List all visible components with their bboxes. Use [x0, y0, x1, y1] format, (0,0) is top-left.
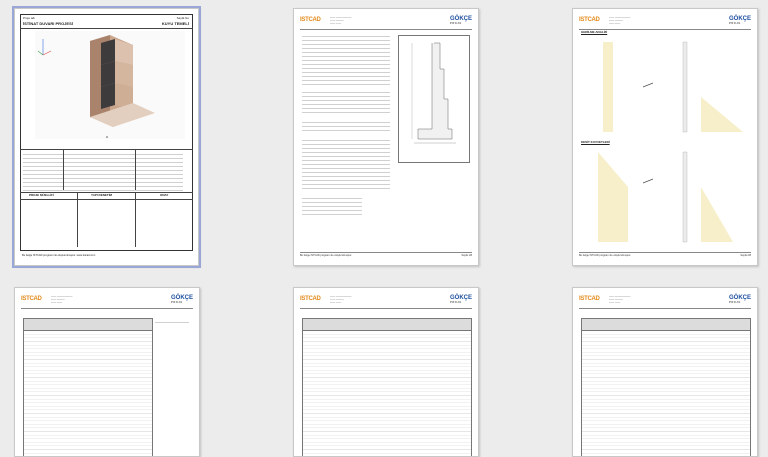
signature-label-author: PROJE MÜELLİFİ: [29, 193, 54, 197]
page-header: ISTCAD —— —————— —— ——— —— —— GÖKÇE PROJE: [300, 15, 472, 30]
header-info: —— —————— —— ——— —— ——: [51, 295, 73, 304]
istcad-logo: ISTCAD: [579, 17, 600, 23]
wall-section-drawing: [411, 42, 456, 144]
gokce-logo: GÖKÇE PROJE: [449, 16, 472, 25]
page-thumbnail-5[interactable]: ISTCAD —— —————— —— ——— —— —— GÖKÇE PROJE: [293, 287, 479, 457]
title-divider: [20, 28, 193, 29]
header-info: —— —————— —— ——— —— ——: [330, 16, 352, 25]
page-footer: Bu belge ISTCAD programı ile oluşturulmu…: [300, 252, 472, 257]
signature-label-inspection: YAPI DENETİM: [91, 193, 113, 197]
header-info: —— —————— —— ——— —— ——: [330, 295, 352, 304]
page-title-right: KUYU TEMELİ: [161, 21, 189, 26]
signature-label-approval: ONAY: [160, 193, 169, 197]
page-header: ISTCAD —— —————— —— ——— —— —— GÖKÇE PROJE: [300, 294, 472, 309]
gokce-logo: GÖKÇE PROJE: [728, 295, 751, 304]
data-table: [302, 330, 472, 456]
page-thumbnail-1[interactable]: Proje adı Sayfa No İSTİNAT DUVARI PROJES…: [12, 6, 201, 268]
page-header: ISTCAD —— —————— —— ——— —— —— GÖKÇE PROJE: [21, 294, 193, 309]
data-table: [581, 330, 751, 456]
signature-col-line: [135, 192, 136, 247]
page-header: ISTCAD —— —————— —— ——— —— —— GÖKÇE PROJE: [579, 294, 751, 309]
signature-header-line: [20, 199, 193, 200]
page-title: İSTİNAT DUVARI PROJESİ: [23, 21, 73, 26]
page-thumbnail-3[interactable]: ISTCAD —— —————— —— ——— —— —— GÖKÇE PROJE G…: [572, 8, 758, 266]
header-info: —— —————— —— ——— —— ——: [609, 295, 631, 304]
page-footer: Bu belge ISTCAD programı ile oluşturulmu…: [22, 254, 96, 258]
stress-diagram: [603, 41, 743, 133]
istcad-logo: ISTCAD: [579, 296, 600, 302]
page-thumbnail-2[interactable]: ISTCAD —— —————— —— ——— —— —— GÖKÇE PROJE B…: [293, 8, 479, 266]
wall-3d-illustration: [35, 31, 185, 139]
istcad-logo: ISTCAD: [300, 17, 321, 23]
page-thumbnail-6[interactable]: ISTCAD —— —————— —— ——— —— —— GÖKÇE PROJE: [572, 287, 758, 457]
data-table: [23, 330, 153, 456]
gokce-logo: GÖKÇE PROJE: [170, 295, 193, 304]
istcad-logo: ISTCAD: [300, 296, 321, 302]
page-footer: Bu belge ISTCAD programı ile oluşturulmu…: [579, 252, 751, 257]
gokce-logo: GÖKÇE PROJE: [449, 295, 472, 304]
section-title-forces: KESİT KUVVETLERİ: [581, 140, 610, 144]
forces-diagram: [598, 151, 733, 243]
section-title-stress: GERİLME ANALİZİ: [581, 30, 608, 34]
header-info: —— —————— —— ——— —— ——: [609, 16, 631, 25]
signature-col-line: [77, 192, 78, 247]
istcad-logo: ISTCAD: [21, 296, 42, 302]
gokce-logo: GÖKÇE PROJE: [728, 16, 751, 25]
page-header: ISTCAD —— —————— —— ——— —— —— GÖKÇE PROJE: [579, 15, 751, 30]
page-thumbnail-4[interactable]: ISTCAD —— —————— —— ——— —— —— GÖKÇE PROJE: [14, 287, 200, 457]
table-note: [155, 319, 189, 324]
